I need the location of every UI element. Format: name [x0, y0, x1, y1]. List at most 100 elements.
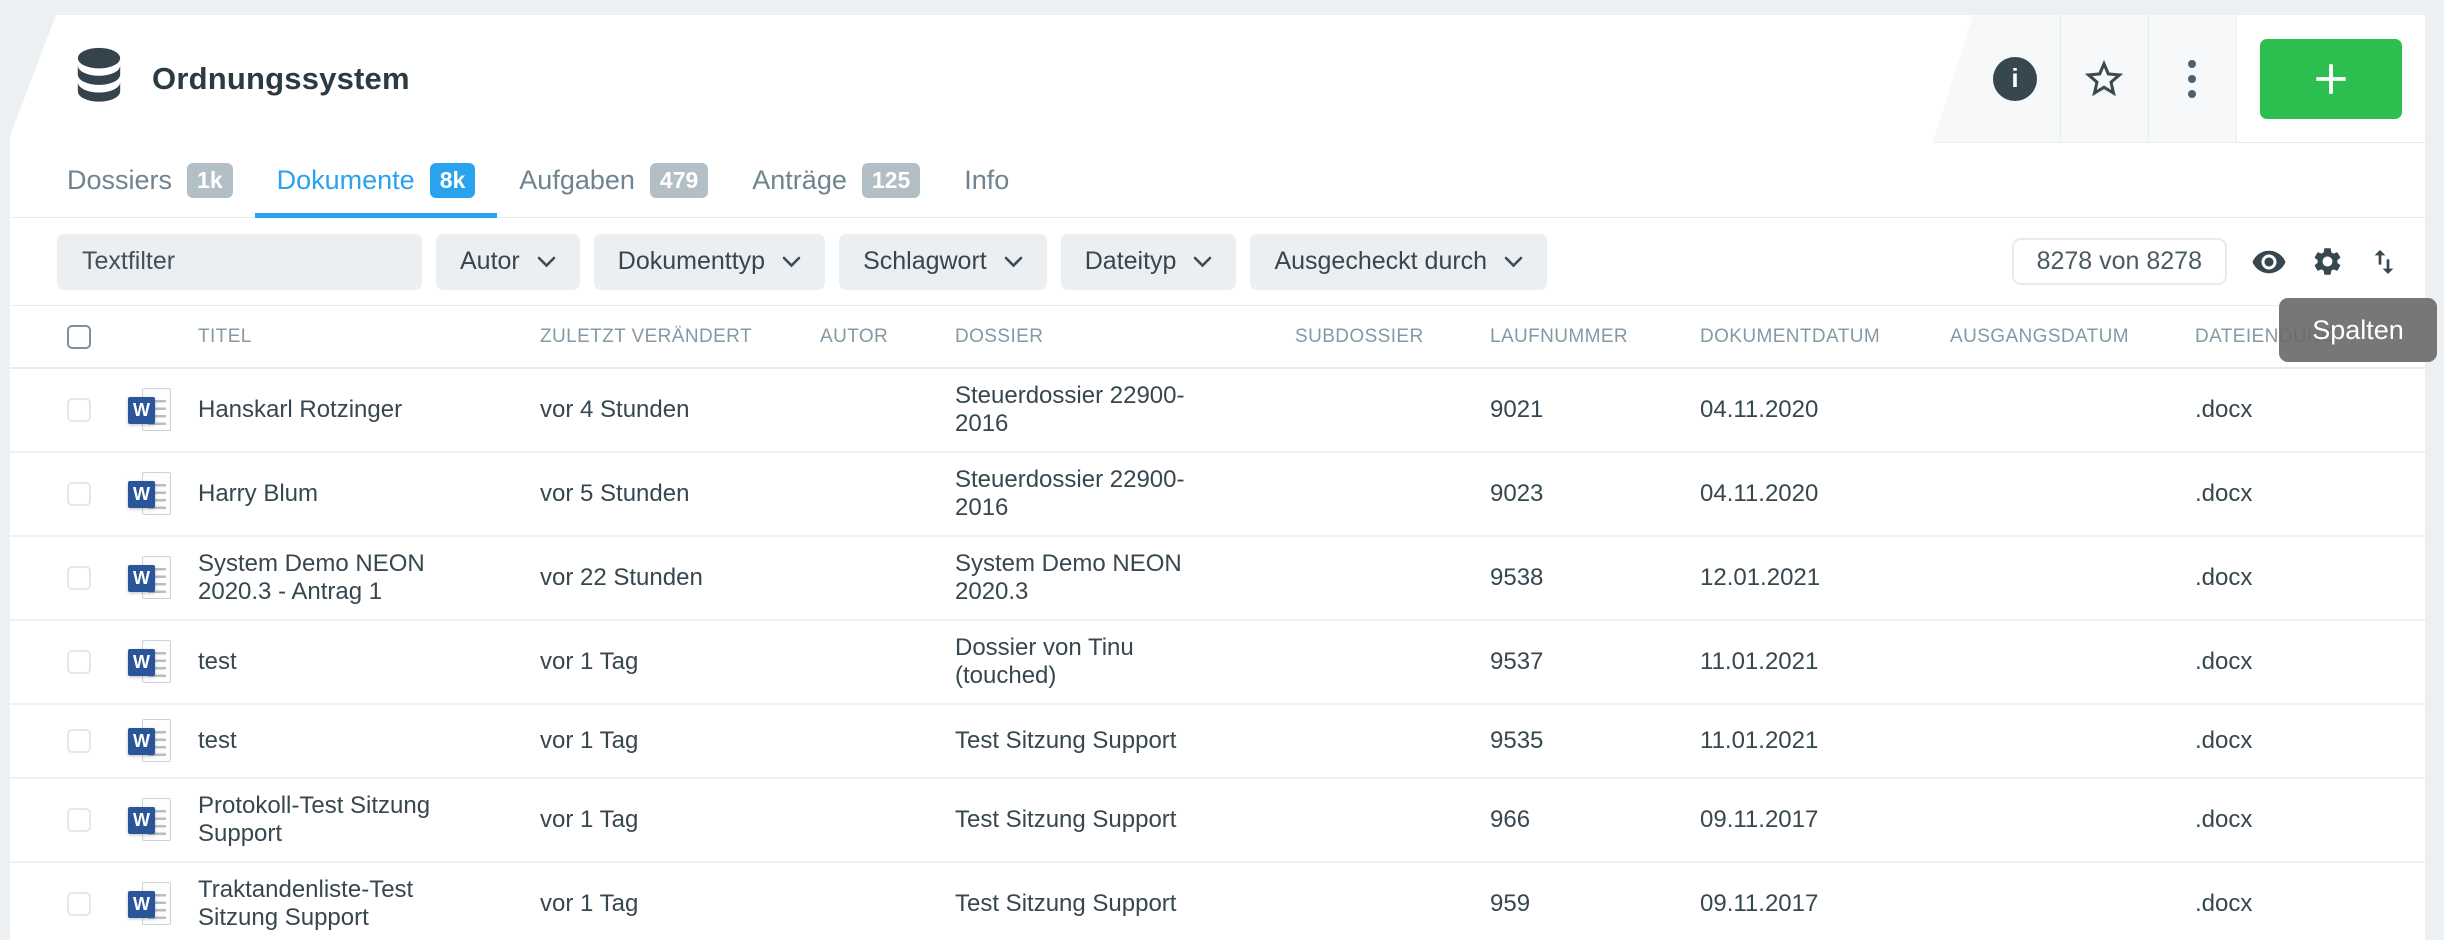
word-document-icon: W — [128, 718, 174, 764]
word-document-icon: W — [128, 797, 174, 843]
cell-titel: Traktandenliste-Test Sitzung Support — [188, 876, 530, 932]
row-checkbox[interactable] — [67, 650, 91, 674]
sort-button[interactable] — [2368, 246, 2400, 278]
column-header-autor[interactable]: AUTOR — [810, 326, 945, 348]
row-checkbox[interactable] — [67, 398, 91, 422]
row-checkbox[interactable] — [67, 729, 91, 753]
cell-titel: Hanskarl Rotzinger — [188, 396, 530, 424]
gear-icon — [2311, 245, 2344, 278]
tab-dokumente[interactable]: Dokumente 8k — [255, 143, 498, 217]
cell-dateiendung: .docx — [2185, 480, 2425, 508]
tab-antraege[interactable]: Anträge 125 — [730, 143, 942, 217]
table-row[interactable]: W test vor 1 Tag Dossier von Tinu (touch… — [10, 621, 2425, 705]
column-header-ausgangsdatum[interactable]: AUSGANGSDATUM — [1940, 326, 2185, 348]
table-row[interactable]: W Traktandenliste-Test Sitzung Support v… — [10, 863, 2425, 940]
table-row[interactable]: W Hanskarl Rotzinger vor 4 Stunden Steue… — [10, 369, 2425, 453]
cell-dossier: Steuerdossier 22900-2016 — [945, 466, 1285, 522]
spalten-tooltip: Spalten — [2279, 298, 2437, 362]
info-button[interactable]: i — [1993, 15, 2037, 142]
cell-dateiendung: .docx — [2185, 564, 2425, 592]
table-header: TITEL ZULETZT VERÄNDERT AUTOR DOSSIER SU… — [10, 305, 2425, 369]
cell-titel: System Demo NEON 2020.3 - Antrag 1 — [188, 550, 530, 606]
chevron-down-icon — [1504, 256, 1523, 268]
settings-button[interactable] — [2311, 245, 2344, 278]
column-header-zuletzt-veraendert[interactable]: ZULETZT VERÄNDERT — [530, 326, 810, 348]
more-icon — [2188, 60, 2196, 68]
visibility-button[interactable] — [2251, 244, 2287, 280]
cell-laufnummer: 966 — [1480, 806, 1690, 834]
cell-dokumentdatum: 04.11.2020 — [1690, 396, 1940, 424]
cell-dossier: Dossier von Tinu (touched) — [945, 634, 1285, 690]
tab-info[interactable]: Info — [942, 143, 1031, 217]
app-header: Ordnungssystem i — [10, 15, 2425, 143]
column-header-dokumentdatum[interactable]: DOKUMENTDATUM — [1690, 326, 1940, 348]
column-header-dossier[interactable]: DOSSIER — [945, 326, 1285, 348]
row-checkbox[interactable] — [67, 808, 91, 832]
word-document-icon: W — [128, 387, 174, 433]
word-document-icon: W — [128, 471, 174, 517]
cell-dateiendung: .docx — [2185, 806, 2425, 834]
filter-autor[interactable]: Autor — [436, 234, 580, 290]
textfilter-input[interactable] — [57, 234, 422, 290]
cell-dateiendung: .docx — [2185, 727, 2425, 755]
word-document-icon: W — [128, 555, 174, 601]
add-button[interactable] — [2260, 39, 2402, 119]
tab-aufgaben[interactable]: Aufgaben 479 — [497, 143, 730, 217]
tab-bar: Dossiers 1k Dokumente 8k Aufgaben 479 An… — [10, 143, 2425, 218]
row-checkbox[interactable] — [67, 482, 91, 506]
row-checkbox[interactable] — [67, 892, 91, 916]
cell-zuletzt-veraendert: vor 5 Stunden — [530, 480, 810, 508]
cell-dateiendung: .docx — [2185, 648, 2425, 676]
cell-zuletzt-veraendert: vor 1 Tag — [530, 806, 810, 834]
filter-bar: Autor Dokumenttyp Schlagwort Dateityp Au… — [10, 218, 2425, 305]
database-icon — [72, 47, 126, 105]
table-row[interactable]: W System Demo NEON 2020.3 - Antrag 1 vor… — [10, 537, 2425, 621]
tab-dossiers[interactable]: Dossiers 1k — [45, 143, 255, 217]
table-row[interactable]: W Protokoll-Test Sitzung Support vor 1 T… — [10, 779, 2425, 863]
main-card: Ordnungssystem i Dossiers — [10, 15, 2425, 940]
tab-badge: 125 — [862, 163, 920, 198]
star-icon — [2081, 56, 2127, 102]
cell-dokumentdatum: 09.11.2017 — [1690, 890, 1940, 918]
plus-icon — [2310, 58, 2352, 100]
cell-zuletzt-veraendert: vor 4 Stunden — [530, 396, 810, 424]
filter-ausgecheckt-durch[interactable]: Ausgecheckt durch — [1250, 234, 1547, 290]
cell-titel: test — [188, 727, 530, 755]
cell-dokumentdatum: 12.01.2021 — [1690, 564, 1940, 592]
filter-dateityp[interactable]: Dateityp — [1061, 234, 1237, 290]
filter-dokumenttyp[interactable]: Dokumenttyp — [594, 234, 825, 290]
filter-schlagwort[interactable]: Schlagwort — [839, 234, 1047, 290]
chevron-down-icon — [1193, 256, 1212, 268]
table-body: W Hanskarl Rotzinger vor 4 Stunden Steue… — [10, 369, 2425, 940]
row-checkbox[interactable] — [67, 566, 91, 590]
cell-dossier: Test Sitzung Support — [945, 727, 1285, 755]
tab-badge: 479 — [650, 163, 708, 198]
cell-dateiendung: .docx — [2185, 396, 2425, 424]
info-icon: i — [1993, 57, 2037, 101]
table-tools: 8278 von 8278 — [2012, 238, 2400, 285]
chevron-down-icon — [537, 256, 556, 268]
cell-dokumentdatum: 11.01.2021 — [1690, 727, 1940, 755]
cell-zuletzt-veraendert: vor 1 Tag — [530, 727, 810, 755]
sort-arrows-icon — [2368, 246, 2400, 278]
result-count: 8278 von 8278 — [2012, 238, 2227, 285]
cell-laufnummer: 9538 — [1480, 564, 1690, 592]
page-title: Ordnungssystem — [152, 15, 410, 143]
cell-laufnummer: 9535 — [1480, 727, 1690, 755]
table-row[interactable]: W Harry Blum vor 5 Stunden Steuerdossier… — [10, 453, 2425, 537]
cell-dossier: Test Sitzung Support — [945, 890, 1285, 918]
cell-zuletzt-veraendert: vor 1 Tag — [530, 648, 810, 676]
column-header-titel[interactable]: TITEL — [188, 326, 530, 348]
chevron-down-icon — [782, 256, 801, 268]
header-actions: i — [1933, 15, 2425, 143]
table-row[interactable]: W test vor 1 Tag Test Sitzung Support 95… — [10, 705, 2425, 779]
column-header-subdossier[interactable]: SUBDOSSIER — [1285, 326, 1480, 348]
cell-laufnummer: 9023 — [1480, 480, 1690, 508]
cell-dossier: Test Sitzung Support — [945, 806, 1285, 834]
column-header-laufnummer[interactable]: LAUFNUMMER — [1480, 326, 1690, 348]
cell-dokumentdatum: 09.11.2017 — [1690, 806, 1940, 834]
more-menu-button[interactable] — [2177, 15, 2207, 142]
favorite-button[interactable] — [2080, 15, 2128, 142]
cell-titel: Harry Blum — [188, 480, 530, 508]
select-all-checkbox[interactable] — [67, 325, 91, 349]
